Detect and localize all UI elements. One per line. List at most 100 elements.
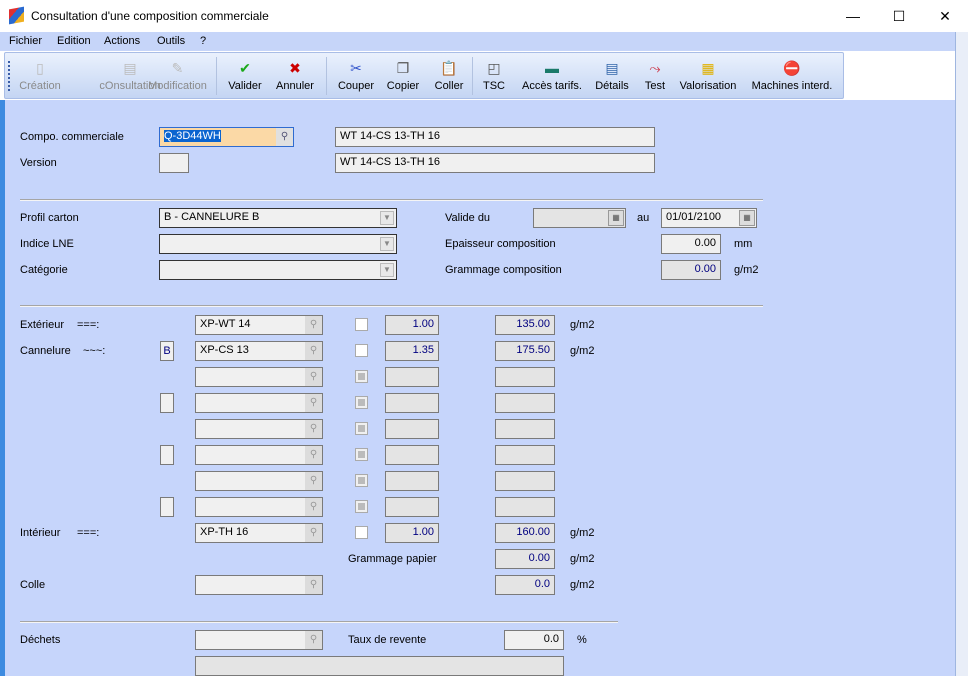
profil-select[interactable]: B - CANNELURE B ▼ <box>159 208 397 228</box>
toolbar-label: Coller <box>434 80 464 92</box>
gram-value <box>495 419 555 439</box>
layer-checkbox[interactable] <box>355 344 368 357</box>
toolbar-button-valider[interactable]: ✔ Valider <box>223 53 267 100</box>
paper-input[interactable]: ⚲ <box>195 367 323 387</box>
chevron-down-icon[interactable]: ▼ <box>380 263 394 277</box>
menu-edition[interactable]: Edition <box>57 35 91 47</box>
toolbar-separator <box>216 57 217 95</box>
au-label: au <box>637 212 650 224</box>
toolbar-label: Machines interd. <box>751 80 833 92</box>
app-logo-icon <box>9 6 24 25</box>
search-icon[interactable]: ⚲ <box>305 342 322 360</box>
flute-box[interactable]: B <box>160 341 174 361</box>
version-description: WT 14-CS 13-TH 16 <box>335 153 655 173</box>
toolbar-label: Détails <box>595 80 629 92</box>
toolbar-button-modification[interactable]: ✎ Modification <box>145 53 210 100</box>
categorie-select[interactable]: ▼ <box>159 260 397 280</box>
menu-fichier[interactable]: Fichier <box>9 35 42 47</box>
toolbar-button-cr-ation[interactable]: ▯ Création <box>15 53 65 100</box>
toolbar-label: Modification <box>148 80 207 92</box>
grammage-label: Grammage composition <box>445 264 562 276</box>
layer-checkbox[interactable] <box>355 448 368 461</box>
scissors-icon: ✂ <box>350 60 362 76</box>
toolbar-button-couper[interactable]: ✂ Couper <box>333 53 379 100</box>
toolbar-button-d-tails[interactable]: ▤ Détails <box>595 53 629 100</box>
coef-value <box>385 471 439 491</box>
search-icon[interactable]: ⚲ <box>305 394 322 412</box>
menu-help[interactable]: ? <box>200 35 206 47</box>
layer-label: Cannelure <box>20 345 71 357</box>
flute-box[interactable] <box>160 445 174 465</box>
toolbar-grip[interactable] <box>8 61 10 91</box>
paper-input[interactable]: XP-WT 14 ⚲ <box>195 315 323 335</box>
paper-value: XP-CS 13 <box>200 344 249 356</box>
minimize-button[interactable]: — <box>830 0 876 32</box>
search-icon[interactable]: ⚲ <box>305 446 322 464</box>
search-icon[interactable]: ⚲ <box>305 472 322 490</box>
taux-input[interactable]: 0.0 <box>504 630 564 650</box>
indice-select[interactable]: ▼ <box>159 234 397 254</box>
layer-checkbox[interactable] <box>355 526 368 539</box>
search-icon[interactable]: ⚲ <box>305 576 322 594</box>
coef-value: 1.00 <box>385 523 439 543</box>
paper-input[interactable]: XP-TH 16 ⚲ <box>195 523 323 543</box>
maximize-button[interactable]: ☐ <box>876 0 922 32</box>
compo-input[interactable]: Q-3D44WH ⚲ <box>159 127 294 147</box>
search-icon[interactable]: ⚲ <box>305 316 322 334</box>
menu-bar <box>0 32 955 51</box>
layer-checkbox[interactable] <box>355 474 368 487</box>
toolbar-label: Test <box>644 80 666 92</box>
epaisseur-input[interactable]: 0.00 <box>661 234 721 254</box>
gram-value <box>495 471 555 491</box>
layer-checkbox[interactable] <box>355 396 368 409</box>
menu-actions[interactable]: Actions <box>104 35 140 47</box>
flute-box[interactable] <box>160 497 174 517</box>
search-icon[interactable]: ⚲ <box>305 368 322 386</box>
gram-value <box>495 445 555 465</box>
paper-input[interactable]: ⚲ <box>195 497 323 517</box>
layer-checkbox[interactable] <box>355 500 368 513</box>
menu-outils[interactable]: Outils <box>157 35 185 47</box>
search-icon[interactable]: ⚲ <box>305 498 322 516</box>
toolbar-button-copier[interactable]: ❐ Copier <box>383 53 423 100</box>
calendar-icon[interactable]: ▦ <box>739 210 755 226</box>
version-input[interactable] <box>159 153 189 173</box>
paper-input[interactable]: XP-CS 13 ⚲ <box>195 341 323 361</box>
dechets-input[interactable]: ⚲ <box>195 630 323 650</box>
layer-symbol: ~~~: <box>83 345 106 357</box>
valide-from-input[interactable]: ▦ <box>533 208 626 228</box>
gram-value <box>495 497 555 517</box>
toolbar-button-tsc[interactable]: ◰ TSC <box>480 53 508 100</box>
paper-input[interactable]: ⚲ <box>195 445 323 465</box>
layer-checkbox[interactable] <box>355 422 368 435</box>
toolbar-button-test[interactable]: ⤳ Test <box>642 53 668 100</box>
search-icon[interactable]: ⚲ <box>305 420 322 438</box>
toolbar-button-acc-s-tarifs[interactable]: ▬ Accès tarifs. <box>515 53 589 100</box>
chevron-down-icon[interactable]: ▼ <box>380 237 394 251</box>
divider <box>20 305 763 307</box>
search-icon[interactable]: ⚲ <box>305 524 322 542</box>
colle-input[interactable]: ⚲ <box>195 575 323 595</box>
colle-gram: 0.0 <box>495 575 555 595</box>
layer-checkbox[interactable] <box>355 370 368 383</box>
valide-to-input[interactable]: 01/01/2100 ▦ <box>661 208 757 228</box>
toolbar-button-coller[interactable]: 📋 Coller <box>430 53 468 100</box>
toolbar-button-annuler[interactable]: ✖ Annuler <box>273 53 317 100</box>
toolbar-button-valorisation[interactable]: ▦ Valorisation <box>675 53 741 100</box>
layer-checkbox[interactable] <box>355 318 368 331</box>
paper-input[interactable]: ⚲ <box>195 419 323 439</box>
search-icon[interactable]: ⚲ <box>305 631 322 649</box>
coef-value <box>385 393 439 413</box>
coef-value <box>385 445 439 465</box>
calendar-icon[interactable]: ▦ <box>608 210 624 226</box>
toolbar-button-machines-interd[interactable]: ⛔ Machines interd. <box>747 53 837 100</box>
close-button[interactable]: ✕ <box>922 0 968 32</box>
flute-box[interactable] <box>160 393 174 413</box>
coef-value <box>385 497 439 517</box>
paper-input[interactable]: ⚲ <box>195 471 323 491</box>
chevron-down-icon[interactable]: ▼ <box>380 211 394 225</box>
epaisseur-unit: mm <box>734 238 753 250</box>
search-icon[interactable]: ⚲ <box>276 128 293 146</box>
paper-input[interactable]: ⚲ <box>195 393 323 413</box>
version-label: Version <box>20 157 57 169</box>
